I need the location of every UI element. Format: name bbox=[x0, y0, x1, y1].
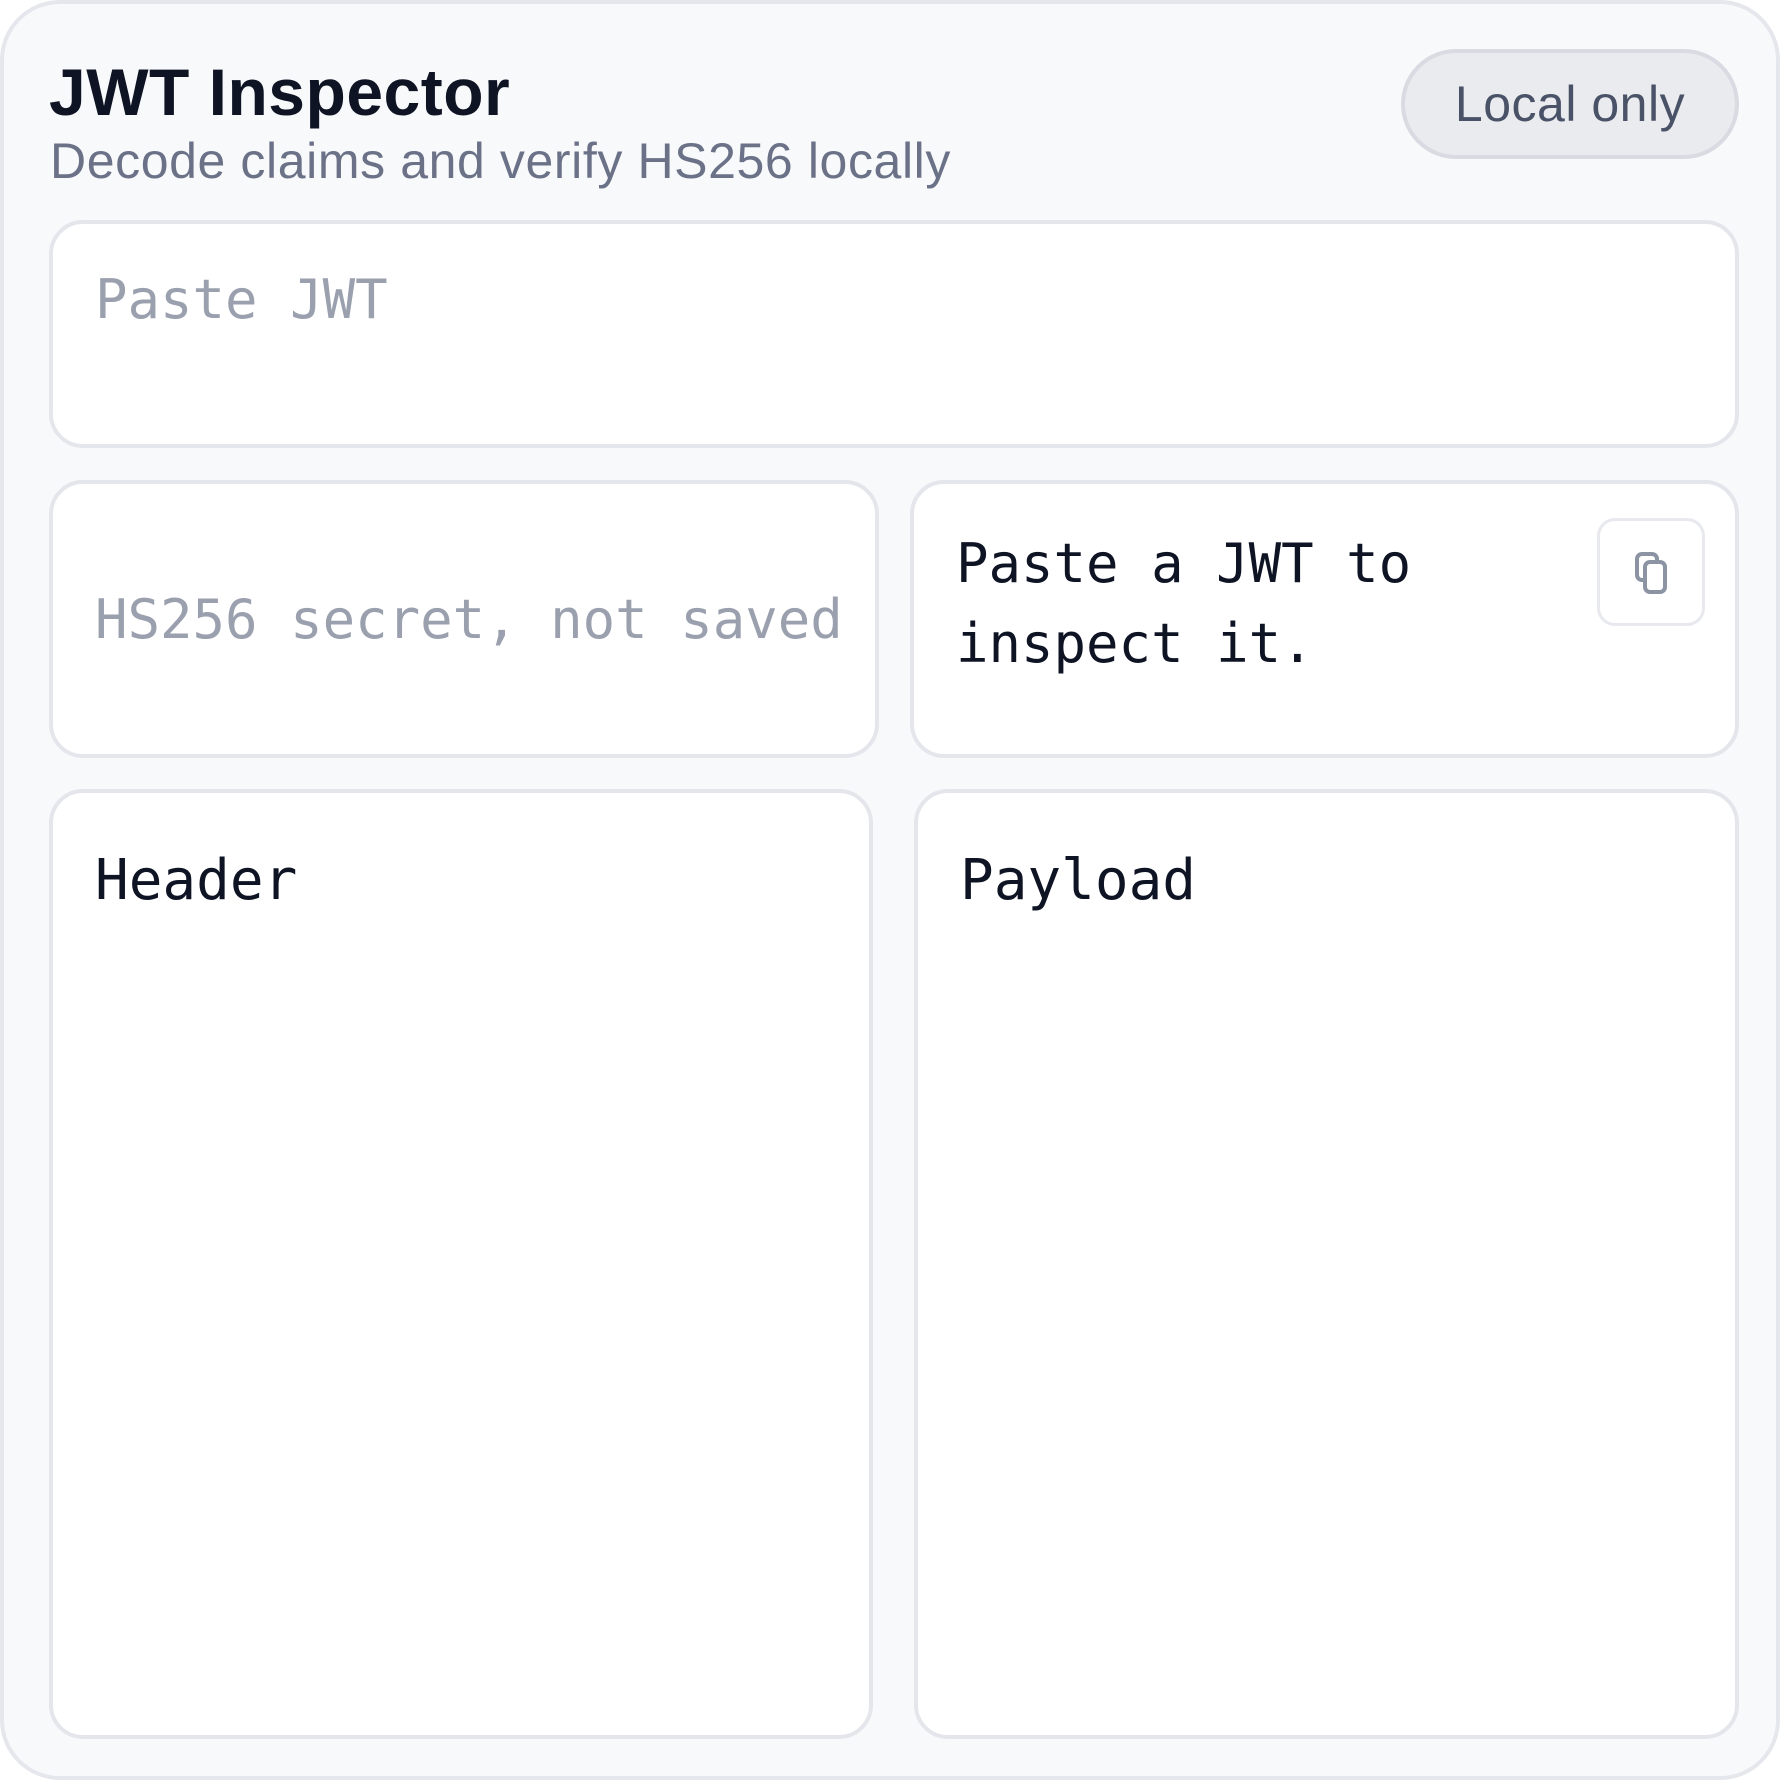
copy-button[interactable] bbox=[1597, 518, 1705, 626]
payload-panel: Payload bbox=[914, 789, 1739, 1739]
payload-label: Payload bbox=[960, 848, 1197, 913]
app-title: JWT Inspector bbox=[49, 55, 511, 129]
status-panel: Paste a JWT to inspect it. bbox=[910, 480, 1739, 758]
status-message: Paste a JWT to inspect it. bbox=[956, 532, 1412, 675]
local-only-badge: Local only bbox=[1401, 49, 1739, 159]
header-panel: Header bbox=[49, 789, 873, 1739]
payload-content bbox=[960, 933, 1693, 1695]
app-subtitle: Decode claims and verify HS256 locally bbox=[50, 133, 951, 189]
secret-field-container bbox=[49, 480, 879, 758]
header-label: Header bbox=[95, 848, 298, 913]
hs256-secret-input[interactable] bbox=[95, 574, 875, 664]
jwt-input[interactable] bbox=[49, 220, 1739, 448]
jwt-inspector-card: JWT Inspector Decode claims and verify H… bbox=[0, 0, 1780, 1780]
header-content bbox=[95, 933, 827, 1695]
copy-icon bbox=[1635, 552, 1667, 594]
